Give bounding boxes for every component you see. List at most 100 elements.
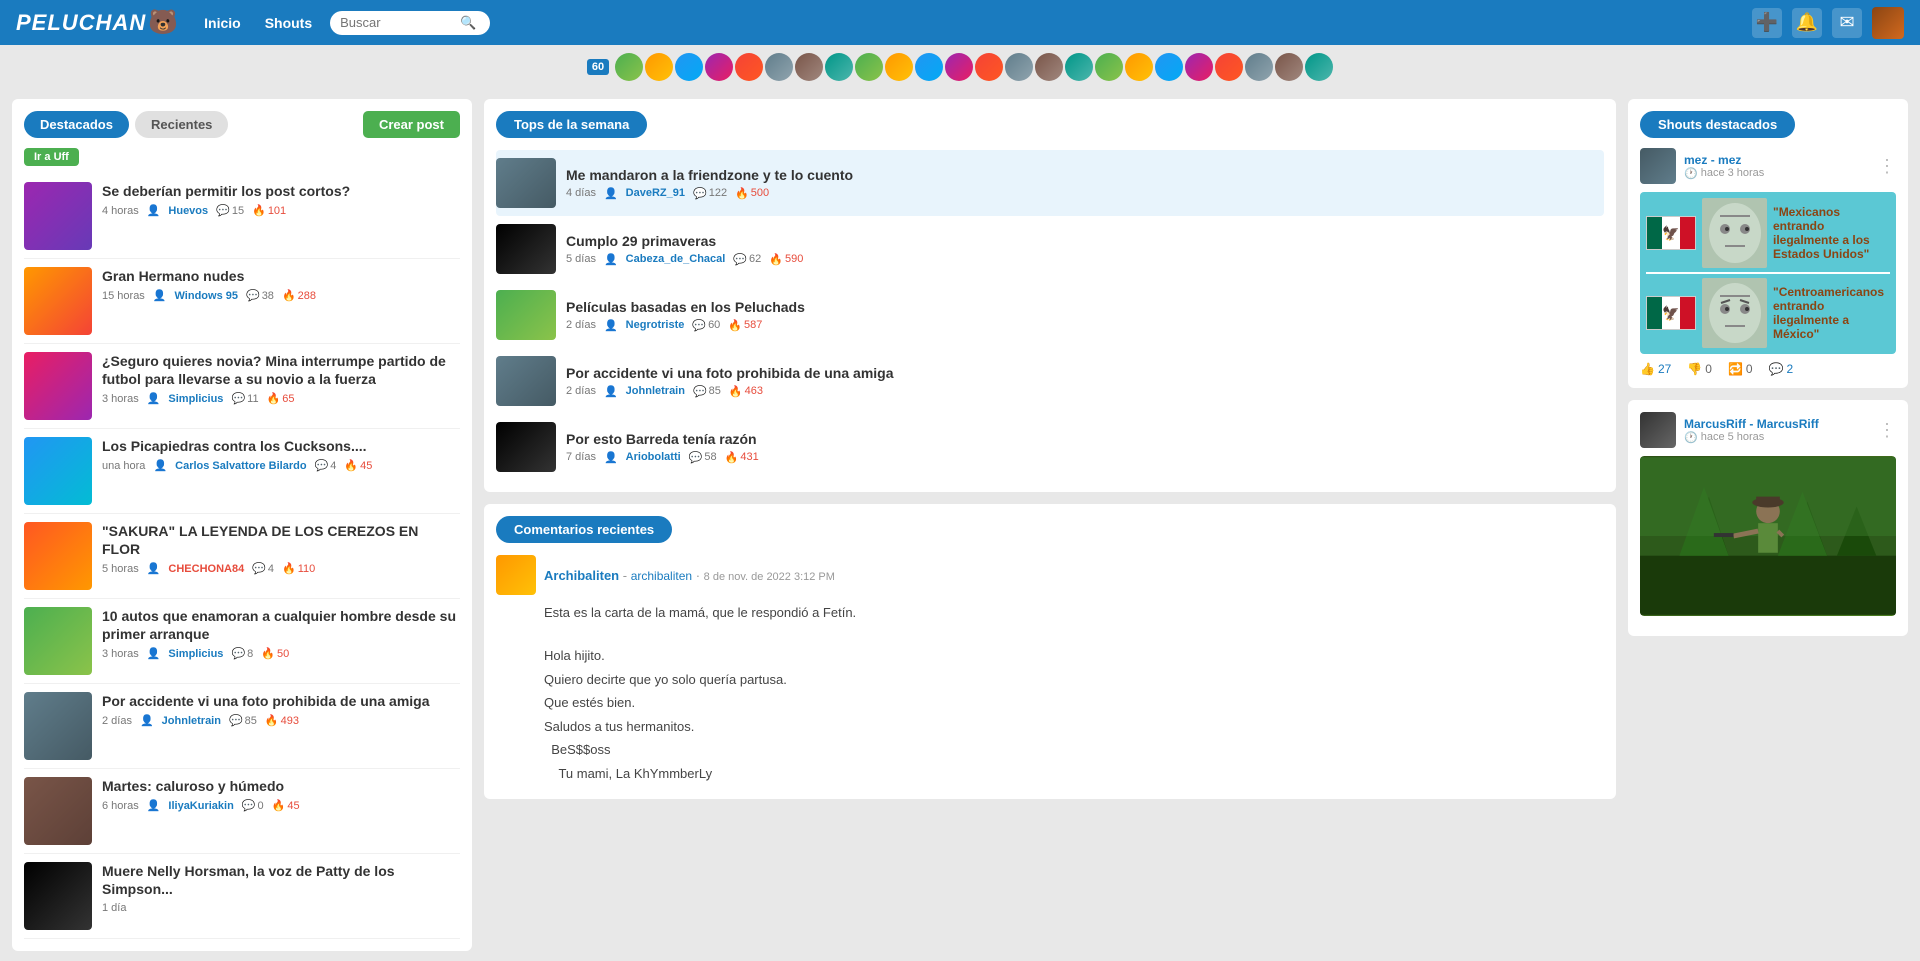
- top-thumbnail[interactable]: [496, 422, 556, 472]
- shout-card-2: MarcusRiff - MarcusRiff 🕐 hace 5 horas ⋮: [1628, 400, 1908, 636]
- strip-avatar[interactable]: [1305, 53, 1333, 81]
- strip-avatar[interactable]: [1155, 53, 1183, 81]
- post-user[interactable]: Huevos: [168, 205, 208, 217]
- shout-like-btn[interactable]: 👍 27: [1640, 362, 1671, 376]
- strip-avatar[interactable]: [885, 53, 913, 81]
- post-user[interactable]: Simplicius: [168, 648, 223, 660]
- top-thumbnail[interactable]: [496, 224, 556, 274]
- strip-avatar[interactable]: [1005, 53, 1033, 81]
- nav-shouts[interactable]: Shouts: [255, 11, 322, 35]
- strip-avatar[interactable]: [645, 53, 673, 81]
- post-user[interactable]: IliyaKuriakin: [168, 800, 233, 812]
- points-icon: 🔥: [265, 714, 279, 727]
- strip-avatar[interactable]: [705, 53, 733, 81]
- shout-avatar-2[interactable]: [1640, 412, 1676, 448]
- strip-avatar[interactable]: [1215, 53, 1243, 81]
- strip-avatar[interactable]: [825, 53, 853, 81]
- post-thumbnail[interactable]: [24, 522, 92, 590]
- strip-avatar[interactable]: [615, 53, 643, 81]
- shout-username-2[interactable]: MarcusRiff - MarcusRiff: [1684, 417, 1870, 431]
- post-user[interactable]: Windows 95: [175, 290, 238, 302]
- shout-menu-2[interactable]: ⋮: [1878, 420, 1896, 441]
- tab-recientes[interactable]: Recientes: [135, 111, 228, 138]
- create-post-button[interactable]: Crear post: [363, 111, 460, 138]
- notification-icon[interactable]: 🔔: [1792, 8, 1822, 38]
- strip-avatar[interactable]: [975, 53, 1003, 81]
- strip-avatar[interactable]: [1035, 53, 1063, 81]
- post-thumbnail[interactable]: [24, 352, 92, 420]
- strip-avatar[interactable]: [1065, 53, 1093, 81]
- post-thumbnail[interactable]: [24, 267, 92, 335]
- post-user[interactable]: Johnletrain: [162, 715, 221, 727]
- top-user[interactable]: Negrotriste: [626, 319, 685, 331]
- post-thumbnail[interactable]: [24, 777, 92, 845]
- post-title[interactable]: Se deberían permitir los post cortos?: [102, 182, 460, 200]
- strip-avatar[interactable]: [915, 53, 943, 81]
- user-avatar-nav[interactable]: [1872, 7, 1904, 39]
- post-user[interactable]: Carlos Salvattore Bilardo: [175, 460, 306, 472]
- post-title[interactable]: 10 autos que enamoran a cualquier hombre…: [102, 607, 460, 643]
- strip-avatar[interactable]: [1095, 53, 1123, 81]
- post-title[interactable]: Por accidente vi una foto prohibida de u…: [102, 692, 460, 710]
- top-title[interactable]: Por esto Barreda tenía razón: [566, 431, 1604, 447]
- strip-avatar[interactable]: [1185, 53, 1213, 81]
- post-title[interactable]: Gran Hermano nudes: [102, 267, 460, 285]
- post-title[interactable]: Los Picapiedras contra los Cucksons....: [102, 437, 460, 455]
- comments-icon: 💬: [216, 204, 230, 217]
- shout-comments-btn[interactable]: 💬 2: [1769, 362, 1794, 376]
- shout-dislike-btn[interactable]: 👎 0: [1687, 362, 1712, 376]
- top-thumbnail[interactable]: [496, 158, 556, 208]
- nav-inicio[interactable]: Inicio: [194, 11, 251, 35]
- strip-avatar[interactable]: [795, 53, 823, 81]
- strip-avatar[interactable]: [675, 53, 703, 81]
- strip-avatar[interactable]: [735, 53, 763, 81]
- top-points: 🔥 587: [728, 319, 762, 332]
- go-uff-badge[interactable]: Ir a Uff: [24, 148, 79, 166]
- post-thumbnail[interactable]: [24, 607, 92, 675]
- strip-avatar[interactable]: [945, 53, 973, 81]
- post-thumbnail[interactable]: [24, 182, 92, 250]
- post-list: Se deberían permitir los post cortos? 4 …: [24, 174, 460, 939]
- search-icon[interactable]: 🔍: [460, 15, 476, 31]
- comments-count: 15: [232, 205, 244, 217]
- post-thumbnail[interactable]: [24, 437, 92, 505]
- add-icon[interactable]: ➕: [1752, 8, 1782, 38]
- comment-username[interactable]: Archibaliten: [544, 568, 619, 583]
- strip-avatar[interactable]: [765, 53, 793, 81]
- brand[interactable]: PELUCHAN 🐻: [16, 8, 178, 37]
- strip-avatar[interactable]: [855, 53, 883, 81]
- shout-avatar-1[interactable]: [1640, 148, 1676, 184]
- top-user[interactable]: DaveRZ_91: [626, 187, 685, 199]
- search-input[interactable]: [340, 15, 460, 30]
- top-user[interactable]: Johnletrain: [626, 385, 685, 397]
- post-title[interactable]: "SAKURA" LA LEYENDA DE LOS CEREZOS EN FL…: [102, 522, 460, 558]
- strip-avatar[interactable]: [1125, 53, 1153, 81]
- strip-avatar[interactable]: [1275, 53, 1303, 81]
- shout-menu-1[interactable]: ⋮: [1878, 156, 1896, 177]
- search-bar[interactable]: 🔍: [330, 11, 490, 35]
- shout-repost-btn[interactable]: 🔁 0: [1728, 362, 1753, 376]
- post-title[interactable]: ¿Seguro quieres novia? Mina interrumpe p…: [102, 352, 460, 388]
- comment-handle[interactable]: archibaliten: [631, 569, 692, 583]
- shout-username-1[interactable]: mez - mez: [1684, 153, 1870, 167]
- top-thumbnail[interactable]: [496, 356, 556, 406]
- user-icon: 👤: [604, 451, 618, 464]
- post-user[interactable]: Simplicius: [168, 393, 223, 405]
- top-user[interactable]: Cabeza_de_Chacal: [626, 253, 726, 265]
- top-user[interactable]: Ariobolatti: [626, 451, 681, 463]
- post-thumbnail[interactable]: [24, 862, 92, 930]
- top-title[interactable]: Me mandaron a la friendzone y te lo cuen…: [566, 167, 1604, 183]
- top-thumbnail[interactable]: [496, 290, 556, 340]
- top-title[interactable]: Películas basadas en los Peluchads: [566, 299, 1604, 315]
- post-thumbnail[interactable]: [24, 692, 92, 760]
- strip-avatar[interactable]: [1245, 53, 1273, 81]
- post-user[interactable]: CHECHONA84: [168, 563, 244, 575]
- tab-destacados[interactable]: Destacados: [24, 111, 129, 138]
- message-icon[interactable]: ✉: [1832, 8, 1862, 38]
- top-title[interactable]: Por accidente vi una foto prohibida de u…: [566, 365, 1604, 381]
- post-time: 1 día: [102, 902, 126, 914]
- post-title[interactable]: Martes: caluroso y húmedo: [102, 777, 460, 795]
- top-title[interactable]: Cumplo 29 primaveras: [566, 233, 1604, 249]
- post-title[interactable]: Muere Nelly Horsman, la voz de Patty de …: [102, 862, 460, 898]
- post-comments: 💬 4: [315, 459, 337, 472]
